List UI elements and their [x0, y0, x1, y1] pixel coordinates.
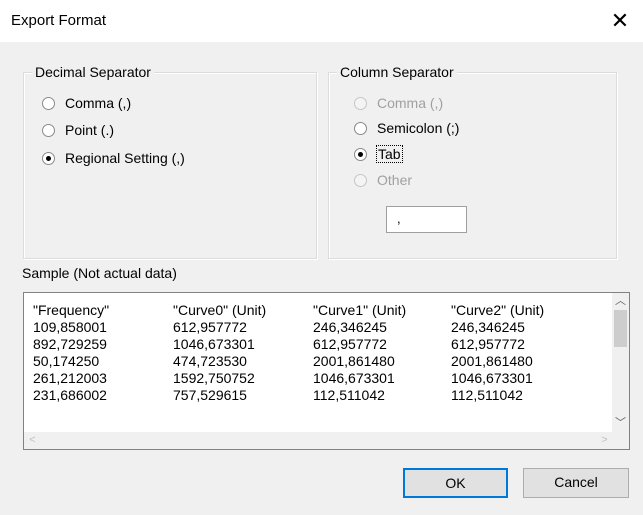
- decimal-separator-legend: Decimal Separator: [32, 63, 154, 81]
- sample-cell: 474,723530: [173, 353, 247, 369]
- radio-button[interactable]: [42, 96, 55, 110]
- radio-button-selected[interactable]: [42, 151, 55, 165]
- vertical-scroll-thumb[interactable]: [614, 310, 627, 347]
- column-tab-option[interactable]: Tab: [354, 144, 403, 164]
- radio-label: Regional Setting (,): [65, 150, 185, 166]
- sample-header-row: "Frequency" "Curve0" (Unit) "Curve1" (Un…: [33, 302, 601, 319]
- sample-cell: 1046,673301: [313, 370, 395, 386]
- window-title: Export Format: [11, 12, 107, 29]
- radio-label: Comma (,): [65, 95, 132, 111]
- scroll-up-icon[interactable]: ︿: [612, 293, 629, 310]
- radio-button: [354, 96, 367, 110]
- decimal-comma-option[interactable]: Comma (,): [42, 93, 131, 113]
- decimal-point-option[interactable]: Point (.): [42, 120, 114, 140]
- column-separator-legend: Column Separator: [337, 63, 457, 81]
- sample-cell: "Curve1" (Unit): [313, 302, 407, 318]
- sample-cell: 1046,673301: [451, 370, 533, 386]
- sample-row: 892,729259 1046,673301 612,957772 612,95…: [33, 336, 601, 353]
- sample-cell: 2001,861480: [313, 353, 395, 369]
- column-comma-option: Comma (,): [354, 93, 443, 113]
- sample-cell: 892,729259: [33, 336, 107, 352]
- cancel-button[interactable]: Cancel: [523, 468, 629, 498]
- scroll-left-icon[interactable]: <: [24, 432, 41, 449]
- radio-button: [354, 173, 367, 187]
- decimal-regional-option[interactable]: Regional Setting (,): [42, 148, 185, 168]
- close-icon[interactable]: ✕: [597, 0, 643, 42]
- sample-cell: 612,957772: [173, 319, 247, 335]
- sample-row: 109,858001 612,957772 246,346245 246,346…: [33, 319, 601, 336]
- sample-cell: 246,346245: [313, 319, 387, 335]
- column-semicolon-option[interactable]: Semicolon (;): [354, 118, 459, 138]
- sample-cell: 109,858001: [33, 319, 107, 335]
- radio-label: Comma (,): [377, 95, 444, 111]
- sample-cell: 757,529615: [173, 387, 247, 403]
- other-separator-input[interactable]: ,: [386, 206, 467, 233]
- sample-cell: 231,686002: [33, 387, 107, 403]
- radio-label: Point (.): [65, 122, 115, 138]
- column-other-option: Other: [354, 170, 412, 190]
- sample-cell: "Curve2" (Unit): [451, 302, 545, 318]
- ok-button[interactable]: OK: [403, 468, 508, 498]
- radio-button[interactable]: [354, 121, 367, 135]
- sample-cell: 612,957772: [313, 336, 387, 352]
- scrollbar-corner: [612, 432, 629, 449]
- sample-cell: 261,212003: [33, 370, 107, 386]
- sample-row: 231,686002 757,529615 112,511042 112,511…: [33, 387, 601, 404]
- sample-cell: 246,346245: [451, 319, 525, 335]
- scroll-right-icon[interactable]: >: [596, 432, 613, 449]
- sample-table: "Frequency" "Curve0" (Unit) "Curve1" (Un…: [33, 302, 601, 404]
- title-bar: Export Format ✕: [0, 0, 643, 42]
- sample-cell: "Curve0" (Unit): [173, 302, 267, 318]
- sample-cell: 112,511042: [313, 387, 385, 403]
- sample-cell: 1046,673301: [173, 336, 255, 352]
- sample-cell: 612,957772: [451, 336, 525, 352]
- sample-label: Sample (Not actual data): [22, 265, 177, 281]
- radio-label: Semicolon (;): [377, 120, 460, 136]
- sample-row: 261,212003 1592,750752 1046,673301 1046,…: [33, 370, 601, 387]
- radio-button[interactable]: [42, 123, 55, 137]
- sample-row: 50,174250 474,723530 2001,861480 2001,86…: [33, 353, 601, 370]
- scroll-down-icon[interactable]: ﹀: [612, 415, 629, 432]
- radio-button-selected[interactable]: [354, 147, 367, 161]
- sample-cell: 50,174250: [33, 353, 100, 369]
- radio-label: Other: [377, 172, 413, 188]
- sample-preview-box[interactable]: "Frequency" "Curve0" (Unit) "Curve1" (Un…: [23, 292, 630, 450]
- vertical-scrollbar[interactable]: ︿ ﹀: [612, 293, 629, 432]
- sample-cell: 2001,861480: [451, 353, 533, 369]
- horizontal-scrollbar[interactable]: < >: [24, 432, 613, 449]
- sample-cell: "Frequency": [33, 302, 110, 318]
- sample-cell: 1592,750752: [173, 370, 255, 386]
- sample-cell: 112,511042: [451, 387, 523, 403]
- radio-label: Tab: [376, 145, 403, 163]
